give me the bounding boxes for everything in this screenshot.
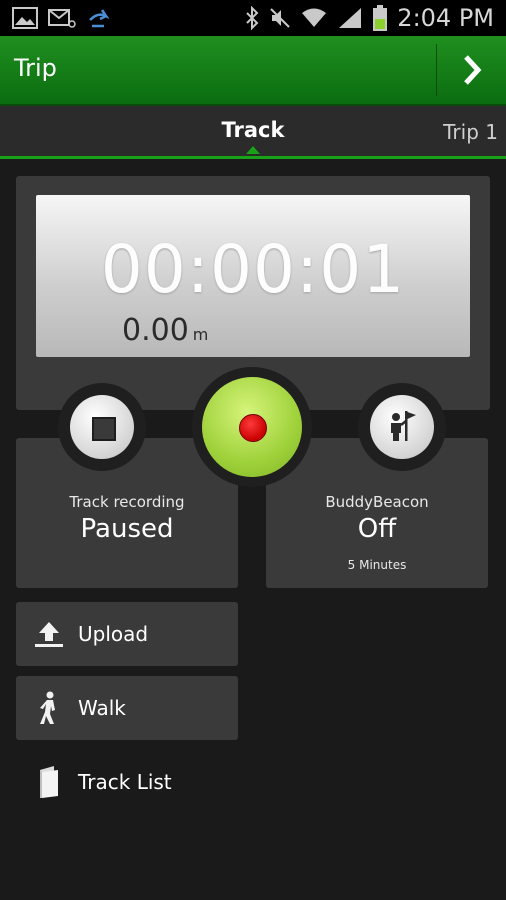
image-icon [12,7,38,29]
track-list-label: Track List [78,770,172,794]
battery-icon [373,5,388,31]
timer-display: 00:00:01 0.00 m [36,195,470,357]
track-recording-status: Paused [80,514,174,544]
tab-indicator [246,146,260,154]
track-recording-label: Track recording [69,493,185,511]
wifi-icon [302,8,327,27]
mute-icon [270,8,291,28]
distance-number: 0.00 [122,313,189,348]
action-bar: Trip [0,36,506,106]
upload-button[interactable]: Upload [16,602,238,666]
tab-bar: Track Trip 1 [0,106,506,159]
walk-button[interactable]: Walk [16,676,238,740]
stop-button[interactable] [70,395,134,459]
status-time: 2:04 PM [397,4,494,32]
signal-icon [339,8,362,28]
distance-unit: m [192,325,209,344]
buddy-beacon-button[interactable] [370,395,434,459]
buddy-beacon-interval: 5 Minutes [347,558,407,572]
track-list-button[interactable]: Track List [16,750,238,814]
share-icon [89,9,110,28]
next-button[interactable] [437,36,506,104]
walking-person-icon [40,691,55,724]
person-flag-icon [391,411,416,441]
upload-label: Upload [78,622,149,646]
page-title: Trip [14,54,57,82]
walk-label: Walk [78,696,126,720]
record-button[interactable] [202,377,302,477]
book-icon [40,766,58,798]
email-icon [48,9,76,28]
beacon-button-ring [358,383,446,471]
tab-track[interactable]: Track [0,118,506,142]
bluetooth-icon [246,6,259,30]
stop-icon [92,417,116,441]
stop-button-ring [58,383,146,471]
chevron-right-icon [463,55,481,85]
record-icon [239,414,267,442]
record-button-ring [192,367,312,487]
buddy-beacon-label: BuddyBeacon [325,493,429,511]
distance-value: 0.00 m [122,313,208,348]
elapsed-time: 00:00:01 [100,231,406,308]
tab-trip[interactable]: Trip 1 [443,120,498,144]
buddy-beacon-status: Off [357,514,397,544]
upload-icon [35,622,63,647]
status-bar: 2:04 PM [0,0,506,36]
